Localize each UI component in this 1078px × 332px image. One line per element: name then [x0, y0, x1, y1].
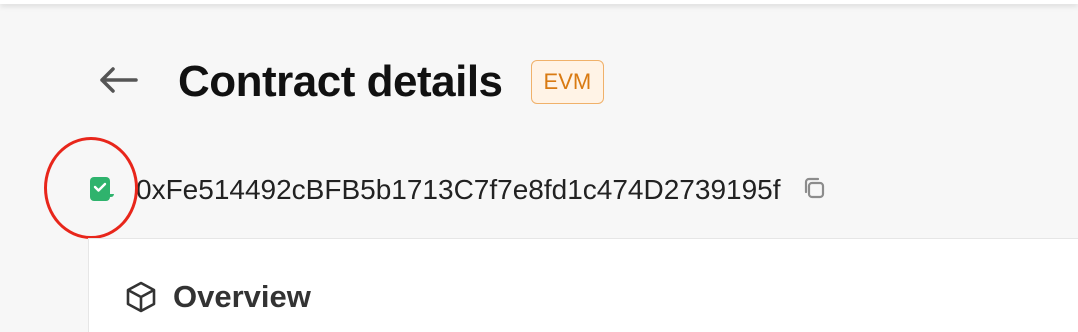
arrow-left-icon: [98, 66, 138, 99]
overview-title: Overview: [173, 279, 311, 314]
cube-icon: [123, 279, 159, 315]
overview-header: Overview: [123, 279, 311, 315]
chain-type-badge: EVM: [530, 60, 605, 104]
contract-address-row: 0xFe514492cBFB5b1713C7f7e8fd1c474D273919…: [86, 166, 829, 214]
page-title: Contract details: [178, 57, 503, 106]
top-bar: [0, 0, 1078, 4]
contract-address: 0xFe514492cBFB5b1713C7f7e8fd1c474D273919…: [136, 174, 781, 205]
back-button[interactable]: [96, 60, 140, 104]
copy-icon: [801, 175, 827, 206]
page-header: Contract details EVM: [96, 50, 605, 114]
overview-panel: Overview: [88, 238, 1078, 332]
copy-address-button[interactable]: [799, 175, 829, 205]
verified-contract-icon: [86, 174, 118, 206]
